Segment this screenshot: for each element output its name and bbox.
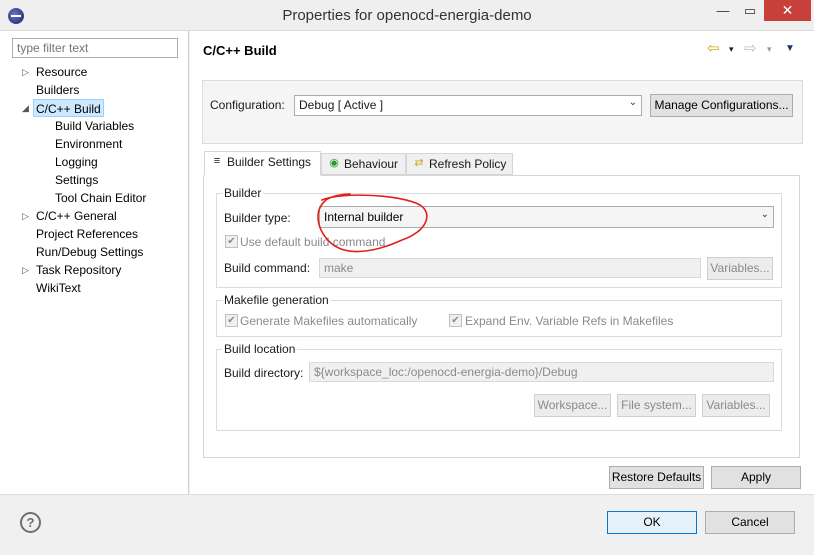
back-arrow-icon[interactable]: ⇦ xyxy=(707,41,720,57)
build-location-group-label: Build location xyxy=(222,342,298,356)
tree-item-run-debug-settings[interactable]: Run/Debug Settings xyxy=(36,243,143,261)
tree-item-environment[interactable]: Environment xyxy=(55,135,122,153)
list-icon: ≡ xyxy=(213,155,221,167)
builder-type-label: Builder type: xyxy=(224,211,291,225)
expand-arrow-icon[interactable]: ▷ xyxy=(22,261,32,279)
configuration-value: Debug [ Active ] xyxy=(299,98,384,112)
tree-item-cpp-general[interactable]: C/C++ General xyxy=(36,207,117,225)
minimize-button[interactable]: — xyxy=(712,0,734,21)
builder-type-select[interactable]: Internal builder ⌄ xyxy=(319,206,774,228)
build-directory-label: Build directory: xyxy=(224,366,304,380)
expand-arrow-icon[interactable]: ▷ xyxy=(22,207,32,225)
tab-label: Behaviour xyxy=(344,157,399,171)
tab-builder-settings[interactable]: ≡ Builder Settings xyxy=(204,151,321,176)
build-command-label: Build command: xyxy=(224,261,311,275)
configuration-select[interactable]: Debug [ Active ] ⌄ xyxy=(294,95,642,116)
tree-item-resource[interactable]: Resource xyxy=(36,63,87,81)
maximize-button[interactable]: ▭ xyxy=(739,0,761,21)
filter-input[interactable] xyxy=(12,38,178,58)
apply-button[interactable]: Apply xyxy=(711,466,801,489)
makefile-group-label: Makefile generation xyxy=(222,293,331,307)
refresh-icon: ⇄ xyxy=(414,157,424,169)
page-title: C/C++ Build xyxy=(203,43,277,58)
file-system-button[interactable]: File system... xyxy=(617,394,696,417)
chevron-down-icon: ⌄ xyxy=(760,209,769,220)
back-dropdown-icon[interactable]: ▾ xyxy=(729,41,734,57)
ok-button[interactable]: OK xyxy=(607,511,697,534)
tab-label: Builder Settings xyxy=(227,155,312,169)
manage-configurations-button[interactable]: Manage Configurations... xyxy=(650,94,793,117)
close-button[interactable]: ✕ xyxy=(764,0,811,21)
chevron-down-icon: ⌄ xyxy=(628,97,637,108)
build-command-input[interactable]: make xyxy=(319,258,701,278)
behaviour-icon: ◉ xyxy=(329,157,339,169)
tree-item-logging[interactable]: Logging xyxy=(55,153,98,171)
generate-makefiles-label: Generate Makefiles automatically xyxy=(240,314,418,328)
tab-behaviour[interactable]: ◉ Behaviour xyxy=(321,153,406,175)
workspace-button[interactable]: Workspace... xyxy=(534,394,611,417)
location-variables-button[interactable]: Variables... xyxy=(702,394,770,417)
builder-variables-button[interactable]: Variables... xyxy=(707,257,773,280)
eclipse-icon xyxy=(8,8,24,24)
forward-dropdown-icon[interactable]: ▾ xyxy=(767,41,772,57)
tree-item-project-references[interactable]: Project References xyxy=(36,225,138,243)
tree-item-task-repository[interactable]: Task Repository xyxy=(36,261,121,279)
use-default-checkbox[interactable]: ✔ xyxy=(225,235,238,248)
configuration-label: Configuration: xyxy=(210,98,285,112)
collapse-arrow-icon[interactable]: ◢ xyxy=(22,99,32,117)
builder-type-value: Internal builder xyxy=(324,210,404,224)
title-bar: Properties for openocd-energia-demo xyxy=(0,0,814,31)
help-icon[interactable]: ? xyxy=(20,512,41,533)
tree-item-builders[interactable]: Builders xyxy=(36,81,79,99)
restore-defaults-button[interactable]: Restore Defaults xyxy=(609,466,704,489)
tree-item-build-variables[interactable]: Build Variables xyxy=(55,117,134,135)
generate-makefiles-checkbox[interactable]: ✔ xyxy=(225,314,238,327)
cancel-button[interactable]: Cancel xyxy=(705,511,795,534)
tree-item-wikitext[interactable]: WikiText xyxy=(36,279,81,297)
tab-label: Refresh Policy xyxy=(429,157,507,171)
build-directory-input[interactable]: ${workspace_loc:/openocd-energia-demo}/D… xyxy=(309,362,774,382)
use-default-label: Use default build command xyxy=(240,235,386,249)
view-menu-icon[interactable]: ▼ xyxy=(785,41,795,57)
tab-refresh-policy[interactable]: ⇄ Refresh Policy xyxy=(406,153,513,175)
expand-env-checkbox[interactable]: ✔ xyxy=(449,314,462,327)
window-title: Properties for openocd-energia-demo xyxy=(282,7,532,24)
tree-item-settings[interactable]: Settings xyxy=(55,171,98,189)
tree-item-cpp-build[interactable]: C/C++ Build xyxy=(33,99,104,117)
tree-item-tool-chain-editor[interactable]: Tool Chain Editor xyxy=(55,189,146,207)
builder-group-label: Builder xyxy=(222,186,264,200)
expand-arrow-icon[interactable]: ▷ xyxy=(22,63,32,81)
forward-arrow-icon[interactable]: ⇨ xyxy=(744,41,757,57)
expand-env-label: Expand Env. Variable Refs in Makefiles xyxy=(465,314,674,328)
